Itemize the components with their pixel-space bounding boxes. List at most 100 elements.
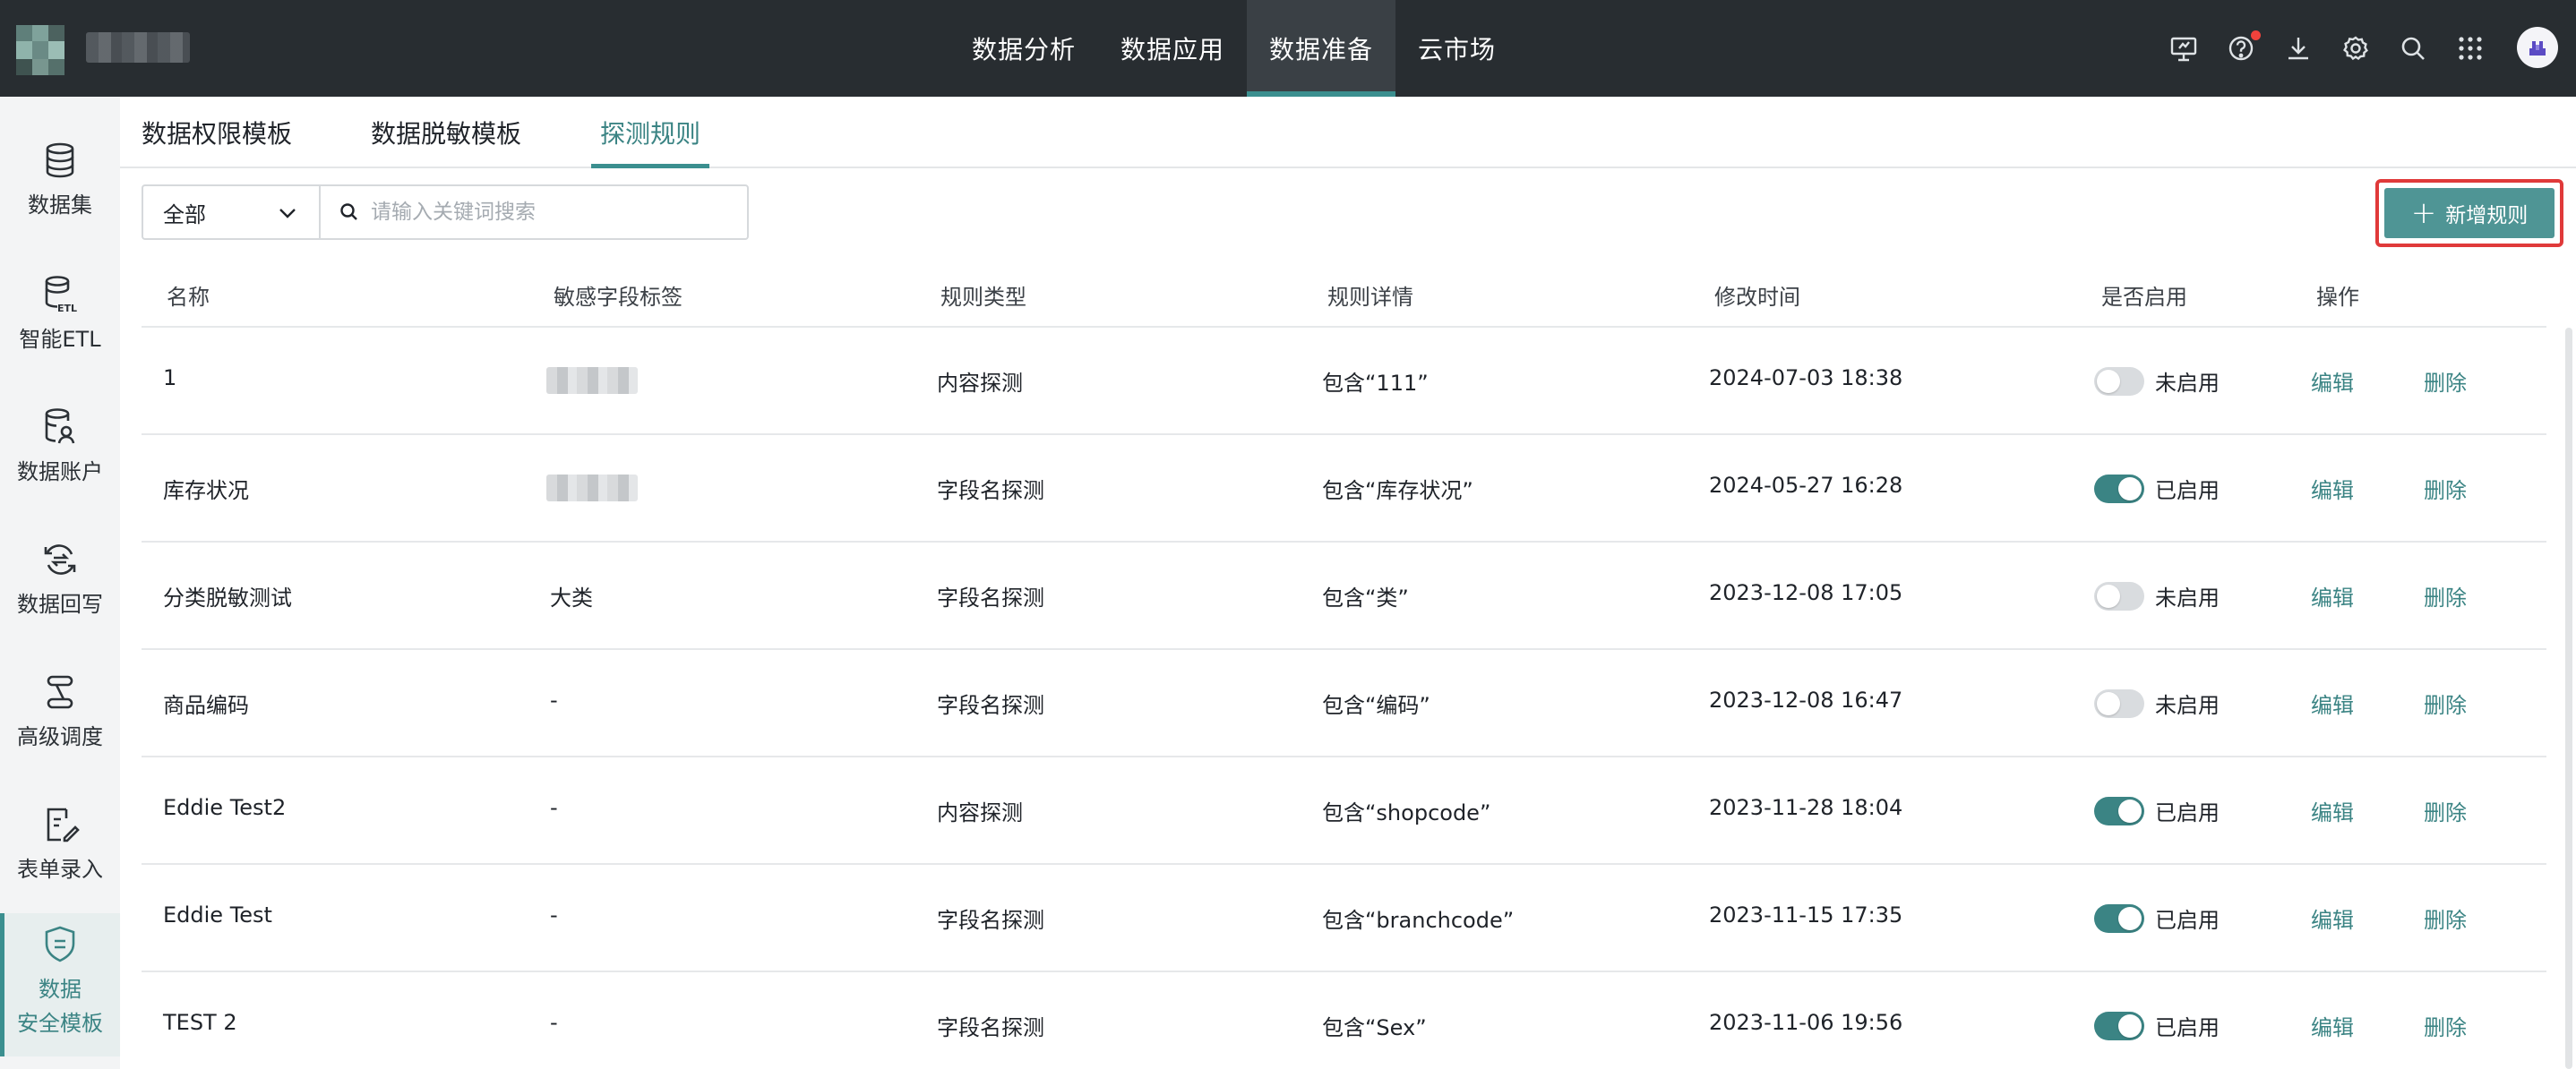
edit-link[interactable]: 编辑	[2311, 580, 2354, 611]
tab-data-masking-template[interactable]: 数据脱敏模板	[371, 115, 521, 167]
cell-sensitive-tag: 大类	[550, 586, 593, 611]
cell-rule-detail: 包含“库存状况”	[1322, 478, 1473, 503]
apps-grid-icon[interactable]	[2452, 30, 2488, 66]
column-header-actions: 操作	[2316, 285, 2359, 310]
edit-link[interactable]: 编辑	[2311, 1010, 2354, 1041]
cell-status: 已启用	[2155, 800, 2220, 825]
cell-rule-type: 内容探测	[937, 371, 1023, 396]
cell-rule-type: 字段名探测	[937, 1015, 1044, 1040]
search-icon[interactable]	[2395, 30, 2431, 66]
download-icon[interactable]	[2280, 30, 2316, 66]
etl-icon: ETL	[45, 276, 77, 314]
delete-link[interactable]: 删除	[2424, 365, 2467, 397]
table-row: 商品编码 - 字段名探测 包含“编码” 2023-12-08 16:47 未启用…	[142, 650, 2546, 757]
cell-status: 已启用	[2155, 1015, 2220, 1040]
column-header-enabled: 是否启用	[2101, 285, 2187, 310]
add-rule-button[interactable]: + 新增规则	[2384, 188, 2555, 238]
cell-rule-type: 字段名探测	[937, 908, 1044, 933]
delete-link[interactable]: 删除	[2424, 580, 2467, 611]
schedule-icon	[47, 675, 73, 709]
nav-data-application[interactable]: 数据应用	[1098, 0, 1247, 97]
sidebar-item-label: 安全模板	[17, 1011, 103, 1036]
table-row: 库存状况 字段名探测 包含“库存状况” 2024-05-27 16:28 已启用…	[142, 435, 2546, 543]
cell-status: 已启用	[2155, 908, 2220, 933]
sidebar-item-label: 智能ETL	[19, 327, 101, 352]
delete-link[interactable]: 删除	[2424, 902, 2467, 934]
column-header-rule-type: 规则类型	[940, 285, 1026, 310]
search-box[interactable]	[319, 184, 749, 240]
add-rule-label: 新增规则	[2445, 204, 2529, 227]
data-account-icon	[45, 408, 75, 444]
tab-detection-rules[interactable]: 探测规则	[590, 115, 710, 168]
enable-toggle[interactable]	[2094, 367, 2144, 396]
edit-link[interactable]: 编辑	[2311, 365, 2354, 397]
top-icon-bar	[2166, 30, 2510, 66]
delete-link[interactable]: 删除	[2424, 473, 2467, 504]
cell-sensitive-tag: -	[550, 1010, 558, 1035]
enable-toggle[interactable]	[2094, 904, 2144, 933]
delete-link[interactable]: 删除	[2424, 688, 2467, 719]
writeback-icon	[44, 544, 76, 575]
sidebar-item-form-entry[interactable]: 表单录入	[0, 802, 120, 901]
svg-text:ETL: ETL	[57, 303, 77, 314]
enable-toggle[interactable]	[2094, 582, 2144, 611]
cell-rule-type: 字段名探测	[937, 478, 1044, 503]
cell-name: Eddie Test2	[163, 795, 287, 820]
nav-data-preparation[interactable]: 数据准备	[1247, 0, 1396, 97]
cell-rule-detail: 包含“编码”	[1322, 693, 1430, 718]
top-bar: 数据分析 数据应用 数据准备 云市场	[0, 0, 2576, 97]
cell-tag-redacted	[546, 367, 638, 394]
sidebar-item-data-security-template[interactable]: 数据 安全模板	[0, 913, 120, 1056]
column-header-rule-detail: 规则详情	[1327, 285, 1413, 310]
edit-link[interactable]: 编辑	[2311, 473, 2354, 504]
category-select-value: 全部	[163, 201, 206, 227]
sidebar-item-advanced-schedule[interactable]: 高级调度	[0, 670, 120, 768]
notification-dot	[2251, 30, 2261, 40]
cell-rule-type: 字段名探测	[937, 586, 1044, 611]
user-avatar[interactable]	[2517, 27, 2558, 68]
nav-cloud-market[interactable]: 云市场	[1395, 0, 1518, 97]
table-row: TEST 2 - 字段名探测 包含“Sex” 2023-11-06 19:56 …	[142, 972, 2546, 1069]
sidebar-item-data-writeback[interactable]: 数据回写	[0, 537, 120, 636]
table-row: Eddie Test - 字段名探测 包含“branchcode” 2023-1…	[142, 865, 2546, 972]
sidebar-item-smart-etl[interactable]: ETL 智能ETL	[0, 272, 120, 371]
enable-toggle[interactable]	[2094, 689, 2144, 718]
sidebar-item-data-account[interactable]: 数据账户	[0, 405, 120, 503]
cell-sensitive-tag: -	[550, 795, 558, 820]
search-input[interactable]	[371, 201, 729, 224]
enable-toggle[interactable]	[2094, 1012, 2144, 1040]
enable-toggle[interactable]	[2094, 797, 2144, 825]
cell-rule-detail: 包含“类”	[1322, 586, 1409, 611]
cell-rule-detail: 包含“111”	[1322, 371, 1429, 396]
cell-name: Eddie Test	[163, 902, 272, 928]
delete-link[interactable]: 删除	[2424, 795, 2467, 826]
enable-toggle[interactable]	[2094, 475, 2144, 503]
tab-data-permission-template[interactable]: 数据权限模板	[142, 115, 292, 167]
plus-icon: +	[2410, 195, 2437, 231]
form-entry-icon	[47, 808, 80, 842]
cell-modified-time: 2023-12-08 16:47	[1709, 688, 1903, 713]
sidebar-item-dataset[interactable]: 数据集	[0, 138, 120, 236]
table-row: 分类脱敏测试 大类 字段名探测 包含“类” 2023-12-08 17:05 未…	[142, 543, 2546, 650]
gear-icon[interactable]	[2338, 30, 2374, 66]
edit-link[interactable]: 编辑	[2311, 902, 2354, 934]
app-logo[interactable]	[16, 25, 64, 75]
sidebar-item-label: 表单录入	[17, 857, 103, 882]
column-header-name: 名称	[167, 285, 210, 310]
table-scrollbar[interactable]	[2565, 328, 2572, 1069]
edit-link[interactable]: 编辑	[2311, 688, 2354, 719]
nav-data-analysis[interactable]: 数据分析	[949, 0, 1098, 97]
cell-rule-detail: 包含“shopcode”	[1322, 800, 1491, 825]
sidebar-item-label: 高级调度	[17, 724, 103, 749]
security-template-icon	[45, 926, 75, 962]
category-select[interactable]: 全部	[142, 184, 319, 240]
table-header: 名称 敏感字段标签 规则类型 规则详情 修改时间 是否启用 操作	[142, 263, 2546, 328]
sidebar-item-label: 数据回写	[17, 592, 103, 617]
delete-link[interactable]: 删除	[2424, 1010, 2467, 1041]
monitor-icon[interactable]	[2166, 30, 2202, 66]
help-icon[interactable]	[2223, 30, 2261, 66]
edit-link[interactable]: 编辑	[2311, 795, 2354, 826]
cell-name: 库存状况	[163, 478, 249, 503]
cell-status: 未启用	[2155, 693, 2220, 718]
table-row: 1 内容探测 包含“111” 2024-07-03 18:38 未启用 编辑 删…	[142, 328, 2546, 435]
